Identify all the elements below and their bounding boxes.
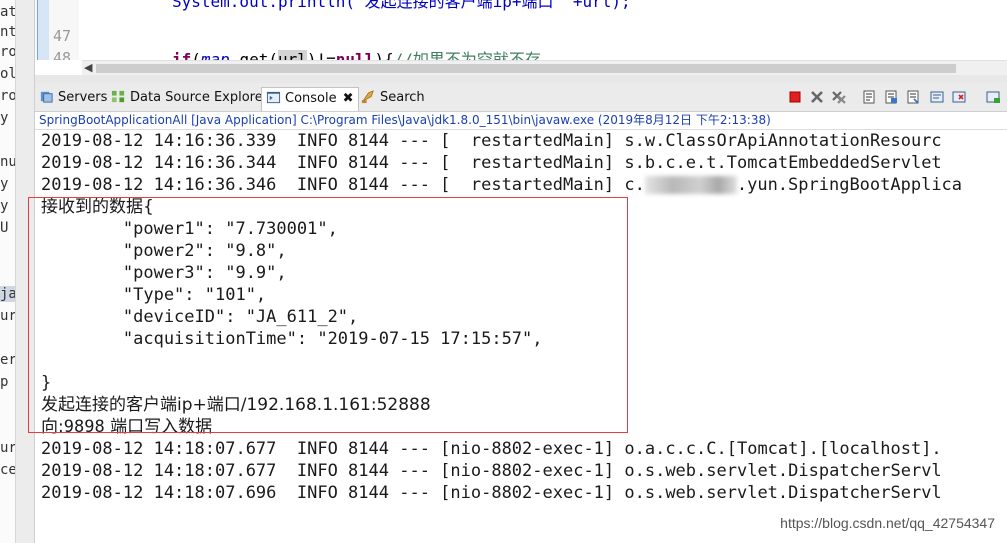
- pin-console-icon[interactable]: [929, 89, 945, 105]
- log-line-suffix: .yun.SpringBootApplica: [736, 175, 963, 195]
- left-panel-text: ol: [0, 66, 16, 82]
- json-line: "Type": "101",: [41, 285, 267, 305]
- tab-label: Console: [285, 91, 337, 106]
- tab-label: Data Source Explorer: [130, 90, 269, 105]
- close-icon[interactable]: ✖: [343, 91, 354, 106]
- left-panel-text: nu: [0, 154, 16, 170]
- log-line: 2019-08-12 14:16:36.339 INFO 8144 --- [ …: [41, 131, 942, 151]
- tab-search[interactable]: Search: [361, 87, 425, 111]
- tab-console[interactable]: Console ✖: [261, 87, 359, 111]
- log-line: 2019-08-12 14:18:07.677 INFO 8144 --- [n…: [41, 439, 942, 459]
- tab-label: Search: [380, 90, 425, 105]
- left-panel-text: y: [0, 176, 9, 192]
- code-line-48[interactable]: 48: [35, 30, 1007, 60]
- scroll-left-icon[interactable]: ◀: [84, 61, 92, 74]
- json-line: "power3": "9.9",: [41, 263, 287, 283]
- left-panel-text: er: [0, 352, 16, 368]
- views-tab-bar: Servers Data Source Explorer Console ✖ Se…: [35, 83, 1007, 112]
- port-prefix: 向:: [41, 417, 64, 437]
- left-panel-text: ro: [0, 44, 16, 60]
- log-line-redacted: 2019-08-12 14:16:36.346 INFO 8144 --- [ …: [41, 174, 962, 196]
- port-suffix: 端口写入数据: [104, 417, 213, 437]
- left-panel-text: ro: [0, 88, 16, 104]
- remove-all-terminated-icon[interactable]: [831, 89, 847, 105]
- left-panel-text: p: [0, 374, 9, 390]
- tab-label: Servers: [58, 90, 108, 105]
- display-selected-console-icon[interactable]: [951, 89, 967, 105]
- panel-divider[interactable]: [16, 0, 35, 543]
- left-panel-text: ur: [0, 440, 16, 456]
- view-separator[interactable]: [35, 75, 1007, 83]
- editor-corner: [35, 60, 82, 75]
- log-line-prefix: 2019-08-12 14:16:36.346 INFO 8144 --- [ …: [41, 175, 645, 195]
- log-line: 2019-08-12 14:18:07.696 INFO 8144 --- [n…: [41, 483, 942, 503]
- console-output[interactable]: 2019-08-12 14:16:36.339 INFO 8144 --- [ …: [35, 130, 1007, 543]
- log-line: 2019-08-12 14:16:36.344 INFO 8144 --- [ …: [41, 153, 942, 173]
- left-panel-text: at: [0, 4, 16, 20]
- scroll-lock-icon[interactable]: [861, 89, 877, 105]
- scrollbar-thumb[interactable]: [96, 64, 956, 73]
- left-panel-text: y: [0, 110, 9, 126]
- watermark: https://blog.csdn.net/qq_42754347: [780, 515, 995, 531]
- tab-data-source-explorer[interactable]: Data Source Explorer: [111, 87, 268, 111]
- line-number: 48: [52, 49, 71, 60]
- console-icon: [266, 91, 281, 104]
- servers-icon: [40, 91, 53, 103]
- open-console-icon[interactable]: [985, 89, 1001, 105]
- received-data-header: 接收到的数据{: [41, 197, 154, 217]
- redacted-region: [644, 176, 737, 194]
- code-line-47[interactable]: 47 if(map.get(url)!=null){//如果不为空就不存: [35, 8, 1007, 60]
- tab-servers[interactable]: Servers: [39, 87, 107, 111]
- clear-console-icon[interactable]: [883, 89, 899, 105]
- remove-launch-icon[interactable]: [809, 89, 825, 105]
- left-panel-text: U: [0, 220, 9, 236]
- search-icon: [361, 90, 374, 104]
- terminate-icon[interactable]: [787, 89, 803, 105]
- left-panel-fragment: at nt ro ol ro y nu y y U ja ur er p ur …: [0, 0, 16, 543]
- log-line: 2019-08-12 14:18:07.677 INFO 8144 --- [n…: [41, 461, 942, 481]
- left-panel-text: ur: [0, 308, 16, 324]
- process-title: SpringBootApplicationAll [Java Applicati…: [35, 112, 1007, 130]
- json-close-brace: }: [41, 373, 52, 393]
- left-panel-text: nt: [0, 24, 16, 40]
- word-wrap-icon[interactable]: [905, 89, 921, 105]
- code-editor[interactable]: System.out.println("发起连接的客户端ip+端口 "+url)…: [35, 0, 1007, 60]
- json-line: "deviceID": "JA_611_2",: [41, 307, 359, 327]
- client-connection-line: 发起连接的客户端ip+端口/192.168.1.161:52888: [41, 395, 431, 415]
- editor-horizontal-scrollbar[interactable]: ◀: [82, 60, 1007, 75]
- json-line: "acquisitionTime": "2019-07-15 17:15:57"…: [41, 329, 543, 349]
- json-line: "power2": "9.8",: [41, 241, 287, 261]
- json-line: "power1": "7.730001",: [41, 219, 338, 239]
- left-panel-text: ja: [0, 286, 16, 302]
- port-number: 9898: [63, 417, 105, 437]
- data-source-icon: [111, 90, 125, 103]
- left-panel-text: ce: [0, 462, 16, 478]
- port-write-line: 向:9898 端口写入数据: [41, 416, 212, 438]
- left-panel-text: y: [0, 198, 9, 214]
